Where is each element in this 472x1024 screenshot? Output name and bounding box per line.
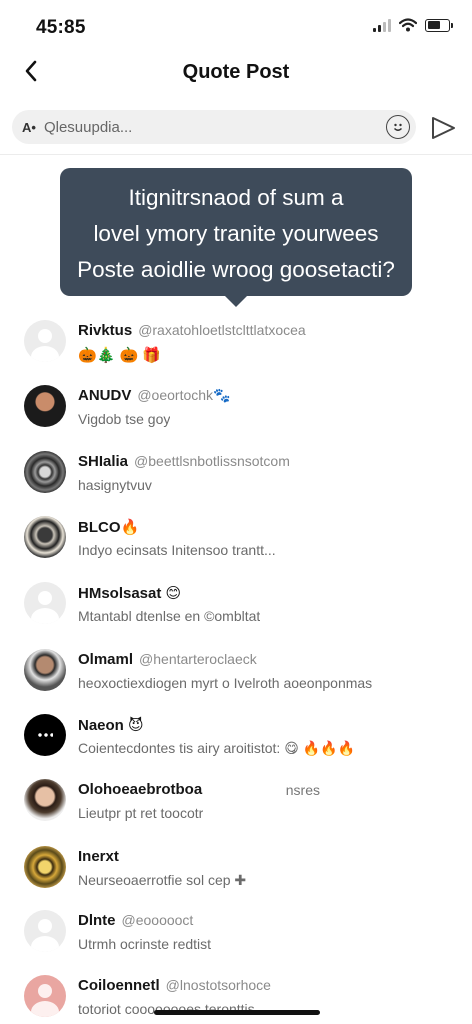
battery-level (427, 21, 440, 29)
avatar (24, 649, 66, 691)
contact-name-line: Coiloennetl @lnostotsorhoce (78, 977, 271, 994)
contact-handle: @hentarteroclaeck (139, 651, 257, 667)
contact-name-line: Olohoeaebrotboa (78, 781, 208, 798)
contact-row[interactable]: SHIalia @beettlsnbotlissnsotcom hasignytv… (0, 435, 472, 501)
compose-lead: A• (22, 119, 36, 135)
home-indicator (154, 1010, 320, 1015)
contact-handle: @raxatohloetlstclttlatxocea (138, 322, 306, 338)
avatar (24, 582, 66, 624)
status-time: 45:85 (36, 17, 86, 38)
contact-name: Naeon 😈 (78, 717, 144, 734)
send-icon (432, 117, 455, 139)
signal-icon (373, 18, 391, 32)
smiley-icon (394, 123, 402, 131)
contact-name-line: Inerxt (78, 848, 125, 865)
contact-row[interactable]: Naeon 😈 Coientecdontes tis airy aroitist… (0, 698, 472, 764)
avatar (24, 451, 66, 493)
contact-meta: nsres (285, 782, 320, 798)
status-icons (373, 18, 453, 32)
contact-handle: @beettlsnbotlissnsotcom (134, 453, 290, 469)
contact-subtitle: Mtantabl dtenlse en ©ombltat (78, 608, 261, 624)
contact-name-line: HMsolsasat 😊 (78, 584, 187, 602)
avatar (24, 385, 66, 427)
contact-subtitle: 🎃🎄 🎃 🎁 (78, 347, 162, 364)
contact-subtitle: Indyo ecinsats Initensoo trantt... (78, 542, 276, 558)
quote-input[interactable] (43, 118, 406, 136)
contact-row[interactable]: Olohoeaebrotboa nsres Lieutpr pt ret too… (0, 763, 472, 829)
contact-handle: @lnostotsorhoce (165, 977, 271, 993)
contact-name: Olmaml (78, 651, 134, 668)
contact-name-line: Dlnte @eoooooct (78, 912, 193, 929)
avatar (24, 320, 66, 362)
contact-name-line: Rivktus @raxatohloetlstclttlatxocea (78, 322, 306, 339)
tooltip-line: lovel ymory tranite yourwees (93, 221, 379, 246)
avatar (24, 975, 66, 1017)
contact-name-line: BLCO🔥 (78, 518, 145, 536)
contact-row[interactable]: Olmaml @hentarteroclaeck heoxoctiexdiogen… (0, 633, 472, 699)
contact-name: BLCO🔥 (78, 519, 140, 536)
contact-name: Rivktus (78, 322, 133, 339)
contact-subtitle: Neurseoaerrotfie sol cep ✚ (78, 872, 247, 888)
battery-icon (425, 18, 453, 32)
contact-name: Olohoeaebrotboa (78, 781, 203, 798)
contact-subtitle: Vigdob tse goy (78, 411, 171, 427)
avatar (24, 516, 66, 558)
send-button[interactable] (428, 113, 458, 143)
contact-subtitle: hasignytvuv (78, 477, 152, 493)
contact-subtitle: Lieutpr pt ret toocotr (78, 805, 204, 821)
avatar (24, 714, 66, 756)
page-title: Quote Post (182, 61, 290, 83)
avatar (24, 846, 66, 888)
contact-name: Inerxt (78, 848, 119, 865)
avatar (24, 779, 66, 821)
tooltip: Itignitrsnaod of sum a lovel ymory trani… (60, 168, 412, 296)
contact-subtitle: Coientecdontes tis airy aroitistot: 😋 🔥🔥… (78, 740, 355, 756)
contact-name: Coiloennetl (78, 977, 160, 994)
contact-name: ANUDV (78, 387, 132, 404)
contact-name: SHIalia (78, 453, 129, 470)
contact-row[interactable]: ANUDV @oeortochk🐾 Vigdob tse goy (0, 369, 472, 435)
contact-name: HMsolsasat 😊 (78, 585, 182, 602)
status-bar: 45:85 (0, 0, 472, 52)
tooltip-line: Itignitrsnaod of sum a (128, 185, 344, 210)
contact-name-line: ANUDV @oeortochk🐾 (78, 387, 230, 404)
contact-handle: @oeortochk🐾 (137, 387, 231, 403)
contact-row[interactable]: Rivktus @raxatohloetlstclttlatxocea 🎃🎄 🎃 … (0, 304, 472, 370)
compose-bar: A• (12, 110, 416, 144)
contact-row[interactable]: Inerxt Neurseoaerrotfie sol cep ✚ (0, 830, 472, 896)
contact-name-line: Olmaml @hentarteroclaeck (78, 651, 257, 668)
contact-row[interactable]: BLCO🔥 Indyo ecinsats Initensoo trantt... (0, 500, 472, 566)
contact-row[interactable]: Dlnte @eoooooct Utrmh ocrinste redtist (0, 894, 472, 960)
contact-name-line: Naeon 😈 (78, 716, 150, 734)
avatar (24, 910, 66, 952)
emoji-button[interactable] (386, 115, 410, 139)
contact-subtitle: heoxoctiexdiogen myrt o Ivelroth aoeonpo… (78, 675, 373, 691)
contact-name-line: SHIalia @beettlsnbotlissnsotcom (78, 453, 290, 470)
contact-handle: @eoooooct (121, 912, 194, 928)
tooltip-line: Poste aoidlie wroog goosetacti? (77, 257, 395, 282)
wifi-icon (399, 18, 417, 32)
contact-row[interactable]: HMsolsasat 😊 Mtantabl dtenlse en ©omblta… (0, 566, 472, 632)
divider (0, 154, 472, 155)
header: Quote Post (0, 52, 472, 94)
contact-subtitle: Utrmh ocrinste redtist (78, 936, 212, 952)
contact-name: Dlnte (78, 912, 116, 929)
